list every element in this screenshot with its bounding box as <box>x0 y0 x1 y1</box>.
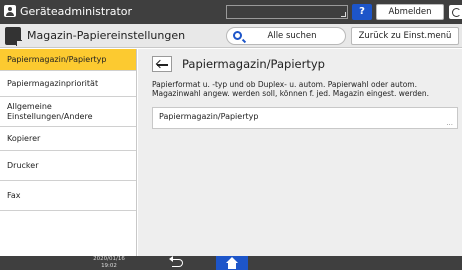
search-all-button[interactable]: Alle suchen <box>226 27 346 45</box>
help-button[interactable]: ? <box>352 4 372 20</box>
logout-button[interactable]: Abmelden <box>376 4 444 20</box>
sidebar-item-fax[interactable]: Fax <box>0 181 136 211</box>
user-icon <box>4 5 16 17</box>
status-message-field[interactable] <box>226 5 348 19</box>
home-button[interactable] <box>216 256 248 270</box>
sidebar-item-copier[interactable]: Kopierer <box>0 127 136 151</box>
setting-row-paper-tray-type[interactable]: Papiermagazin/Papiertyp ... <box>152 107 458 129</box>
sidebar-item-printer[interactable]: Drucker <box>0 151 136 181</box>
resize-corner-icon <box>341 12 346 17</box>
main-content: Papiermagazin/Papiertyp Papierformat u. … <box>138 49 462 256</box>
document-icon <box>5 27 22 46</box>
power-icon[interactable] <box>449 5 462 19</box>
more-icon: ... <box>446 119 453 127</box>
section-title: Papiermagazin/Papiertyp <box>182 57 325 71</box>
page-title: Magazin-Papiereinstellungen <box>27 29 186 42</box>
sidebar-item-general-settings[interactable]: Allgemeine Einstellungen/Andere <box>0 97 136 127</box>
bottom-nav-bar: 2020/01/16 19:02 <box>0 256 462 270</box>
title-bar: Magazin-Papiereinstellungen Alle suchen … <box>0 24 462 48</box>
sidebar-item-paper-tray-type[interactable]: Papiermagazin/Papiertyp <box>0 49 136 71</box>
back-arrow-button[interactable] <box>152 56 172 72</box>
back-to-settings-menu-button[interactable]: Zurück zu Einst.menü <box>351 27 459 45</box>
sidebar-item-tray-priority[interactable]: Papiermagazinpriorität <box>0 71 136 97</box>
section-description: Papierformat u. -typ und ob Duplex- u. a… <box>152 80 429 98</box>
top-status-bar: Geräteadministrator ? Abmelden <box>0 0 462 24</box>
setting-row-label: Papiermagazin/Papiertyp <box>159 112 259 121</box>
back-button[interactable] <box>166 256 190 270</box>
sidebar: Papiermagazin/Papiertyp Papiermagazinpri… <box>0 49 137 256</box>
search-all-label: Alle suchen <box>267 31 317 41</box>
date-time: 2020/01/16 19:02 <box>82 256 136 269</box>
time-label: 19:02 <box>101 262 117 269</box>
admin-label: Geräteadministrator <box>20 5 133 18</box>
return-icon <box>172 259 183 267</box>
